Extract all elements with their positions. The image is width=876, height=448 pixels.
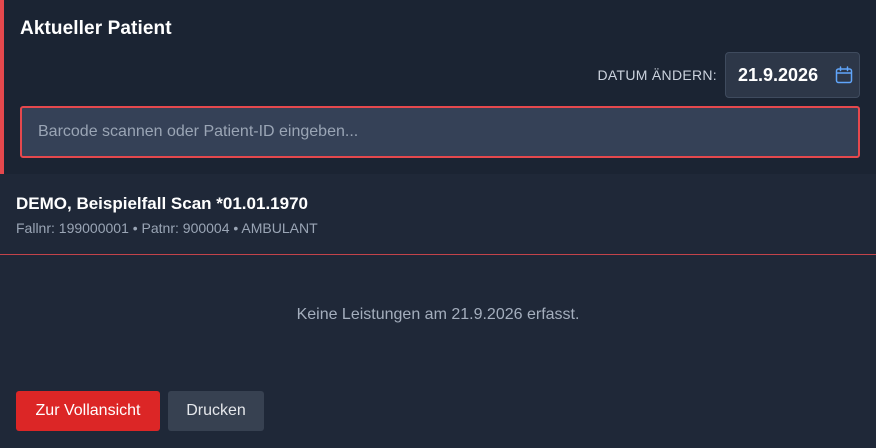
date-change-label: DATUM ÄNDERN:	[597, 67, 717, 83]
patient-info: DEMO, Beispielfall Scan *01.01.1970 Fall…	[0, 174, 876, 255]
full-view-button[interactable]: Zur Vollansicht	[16, 391, 160, 431]
barcode-input[interactable]	[20, 106, 860, 158]
panel-title: Aktueller Patient	[20, 18, 172, 39]
calendar-icon[interactable]	[835, 66, 853, 84]
print-button[interactable]: Drucken	[168, 391, 264, 431]
patient-name: DEMO, Beispielfall Scan *01.01.1970	[16, 194, 308, 213]
patient-case-details: Fallnr: 199000001 • Patnr: 900004 • AMBU…	[16, 220, 318, 236]
date-picker[interactable]: 21.9.2026	[725, 52, 860, 98]
date-value: 21.9.2026	[738, 65, 819, 85]
empty-services-message: Keine Leistungen am 21.9.2026 erfasst.	[296, 306, 580, 323]
current-patient-panel: Aktueller Patient DATUM ÄNDERN: 21.9.202…	[0, 0, 876, 174]
page: Aktueller Patient DATUM ÄNDERN: 21.9.202…	[0, 0, 876, 448]
